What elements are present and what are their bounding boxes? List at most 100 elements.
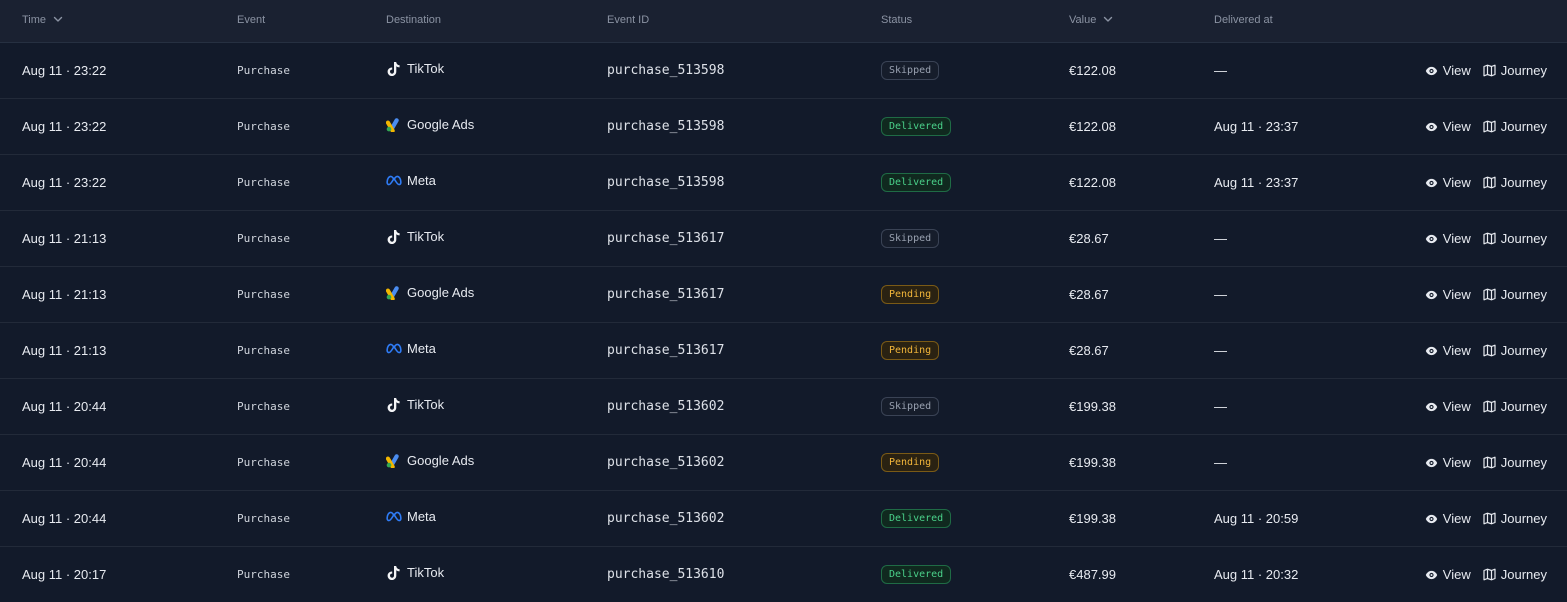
- row-actions: View Journey: [1425, 435, 1547, 490]
- table-row[interactable]: Aug 11 · 20:17 Purchase TikTok purchase_513…: [0, 547, 1567, 602]
- journey-button[interactable]: Journey: [1483, 175, 1547, 190]
- tiktok-icon: [386, 61, 402, 77]
- eye-icon: [1425, 514, 1437, 523]
- header-delivered-at: Delivered at: [1214, 14, 1273, 26]
- status-badge: Pending: [881, 285, 940, 304]
- tiktok-icon: [386, 565, 402, 581]
- table-header: Time Event Destination Event ID Status V…: [0, 0, 1567, 43]
- destination-cell: Meta: [386, 489, 436, 544]
- view-button[interactable]: View: [1425, 63, 1471, 78]
- table-row[interactable]: Aug 11 · 23:22 Purchase Meta purchase_51359…: [0, 155, 1567, 211]
- view-button[interactable]: View: [1425, 511, 1471, 526]
- row-actions: View Journey: [1425, 379, 1547, 434]
- destination-label: TikTok: [407, 61, 445, 76]
- meta-icon: [386, 509, 402, 525]
- eye-icon: [1425, 458, 1437, 467]
- journey-button[interactable]: Journey: [1483, 567, 1547, 582]
- event-id-cell: purchase_513602: [607, 399, 725, 414]
- status-badge: Delivered: [881, 509, 952, 528]
- time-cell: Aug 11 · 20:44: [22, 399, 107, 414]
- view-button[interactable]: View: [1425, 119, 1471, 134]
- map-icon: [1483, 344, 1496, 357]
- event-cell: Purchase: [237, 288, 290, 301]
- map-icon: [1483, 568, 1496, 581]
- header-status: Status: [881, 14, 913, 26]
- value-cell: €28.67: [1069, 343, 1109, 358]
- header-value[interactable]: Value: [1069, 0, 1114, 42]
- journey-button[interactable]: Journey: [1483, 399, 1547, 414]
- journey-button[interactable]: Journey: [1483, 343, 1547, 358]
- map-icon: [1483, 512, 1496, 525]
- view-label: View: [1442, 511, 1471, 526]
- destination-label: Google Ads: [407, 117, 475, 132]
- event-id-cell: purchase_513617: [607, 287, 725, 302]
- value-cell: €199.38: [1069, 455, 1116, 470]
- view-label: View: [1442, 455, 1471, 470]
- table-row[interactable]: Aug 11 · 21:13 Purchase TikTok purchase_513…: [0, 211, 1567, 267]
- journey-button[interactable]: Journey: [1483, 231, 1547, 246]
- table-row[interactable]: Aug 11 · 20:44 Purchase Google Ads purchase…: [0, 435, 1567, 491]
- table-row[interactable]: Aug 11 · 20:44 Purchase TikTok purchase_513…: [0, 379, 1567, 435]
- header-time[interactable]: Time: [22, 0, 64, 42]
- journey-label: Journey: [1500, 567, 1547, 582]
- time-cell: Aug 11 · 20:44: [22, 455, 107, 470]
- status-cell: Skipped: [881, 43, 940, 98]
- delivered-at-cell: —: [1214, 287, 1227, 302]
- event-cell: Purchase: [237, 400, 290, 413]
- row-actions: View Journey: [1425, 323, 1547, 378]
- view-button[interactable]: View: [1425, 175, 1471, 190]
- map-icon: [1483, 176, 1496, 189]
- event-id-cell: purchase_513598: [607, 175, 725, 190]
- row-actions: View Journey: [1425, 491, 1547, 546]
- row-actions: View Journey: [1425, 547, 1547, 602]
- time-cell: Aug 11 · 21:13: [22, 287, 107, 302]
- eye-icon: [1425, 346, 1437, 355]
- row-actions: View Journey: [1425, 99, 1547, 154]
- table-row[interactable]: Aug 11 · 21:13 Purchase Google Ads purchase…: [0, 267, 1567, 323]
- google-ads-icon: [386, 117, 402, 133]
- value-cell: €28.67: [1069, 231, 1109, 246]
- table-body: Aug 11 · 23:22 Purchase TikTok purchase_513…: [0, 43, 1567, 602]
- view-button[interactable]: View: [1425, 567, 1471, 582]
- map-icon: [1483, 232, 1496, 245]
- status-badge: Pending: [881, 341, 940, 360]
- destination-label: Meta: [407, 341, 436, 356]
- destination-label: Meta: [407, 509, 436, 524]
- view-button[interactable]: View: [1425, 231, 1471, 246]
- view-button[interactable]: View: [1425, 399, 1471, 414]
- meta-icon: [386, 341, 402, 357]
- journey-button[interactable]: Journey: [1483, 455, 1547, 470]
- journey-button[interactable]: Journey: [1483, 287, 1547, 302]
- delivered-at-cell: Aug 11 · 20:59: [1214, 511, 1299, 526]
- delivered-at-cell: —: [1214, 455, 1227, 470]
- event-cell: Purchase: [237, 232, 290, 245]
- status-cell: Skipped: [881, 379, 940, 434]
- journey-label: Journey: [1500, 343, 1547, 358]
- table-row[interactable]: Aug 11 · 23:22 Purchase Google Ads purchase…: [0, 99, 1567, 155]
- meta-icon: [386, 173, 402, 189]
- chevron-down-icon: [53, 16, 63, 22]
- view-button[interactable]: View: [1425, 455, 1471, 470]
- event-cell: Purchase: [237, 512, 290, 525]
- row-actions: View Journey: [1425, 211, 1547, 266]
- destination-label: TikTok: [407, 229, 445, 244]
- table-row[interactable]: Aug 11 · 20:44 Purchase Meta purchase_51360…: [0, 491, 1567, 547]
- status-cell: Skipped: [881, 211, 940, 266]
- row-actions: View Journey: [1425, 267, 1547, 322]
- table-row[interactable]: Aug 11 · 23:22 Purchase TikTok purchase_513…: [0, 43, 1567, 99]
- view-button[interactable]: View: [1425, 287, 1471, 302]
- event-id-cell: purchase_513610: [607, 567, 725, 582]
- event-id-cell: purchase_513598: [607, 63, 725, 78]
- time-cell: Aug 11 · 23:22: [22, 119, 107, 134]
- map-icon: [1483, 400, 1496, 413]
- header-value-label: Value: [1069, 14, 1097, 26]
- table-row[interactable]: Aug 11 · 21:13 Purchase Meta purchase_51361…: [0, 323, 1567, 379]
- status-cell: Delivered: [881, 491, 952, 546]
- value-cell: €122.08: [1069, 119, 1116, 134]
- view-label: View: [1442, 567, 1471, 582]
- view-button[interactable]: View: [1425, 343, 1471, 358]
- journey-button[interactable]: Journey: [1483, 119, 1547, 134]
- delivered-at-cell: —: [1214, 63, 1227, 78]
- journey-button[interactable]: Journey: [1483, 63, 1547, 78]
- journey-button[interactable]: Journey: [1483, 511, 1547, 526]
